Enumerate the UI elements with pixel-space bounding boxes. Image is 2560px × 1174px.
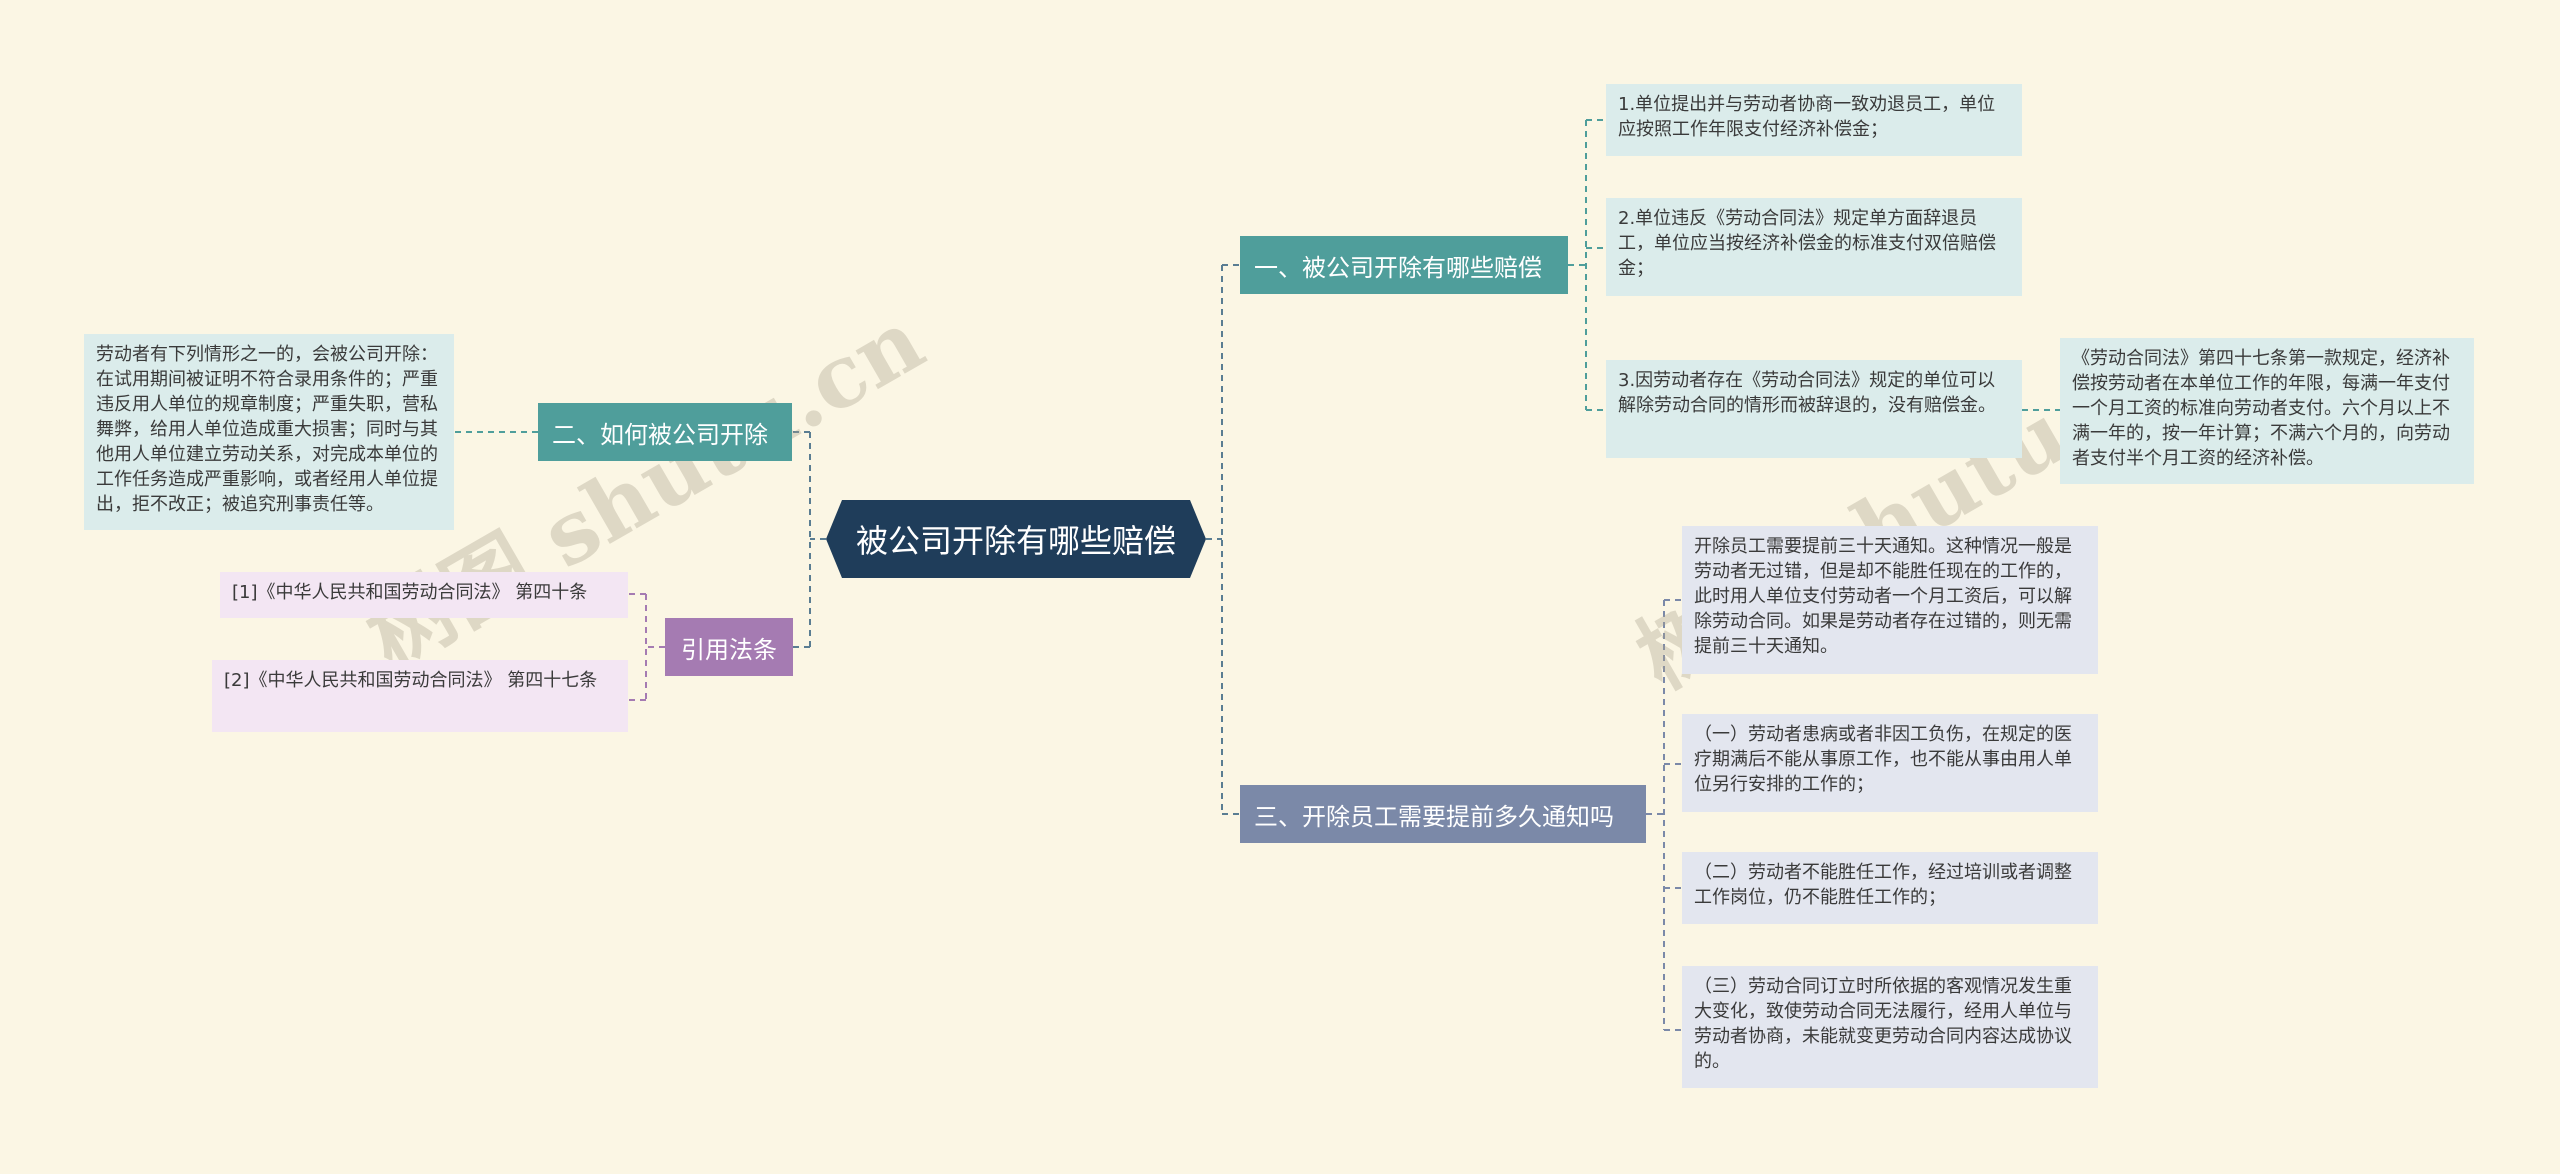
- link-root-right: [1206, 264, 1240, 815]
- branch-how-dismissed[interactable]: 二、如何被公司开除: [538, 403, 792, 461]
- leaf-compensation-2[interactable]: 2.单位违反《劳动合同法》规定单方面辞退员工，单位应当按经济补偿金的标准支付双倍…: [1606, 198, 2022, 296]
- leaf-compensation-3[interactable]: 3.因劳动者存在《劳动合同法》规定的单位可以解除劳动合同的情形而被辞退的，没有赔…: [1606, 360, 2022, 458]
- leaf-notice-case-3[interactable]: （三）劳动合同订立时所依据的客观情况发生重大变化，致使劳动合同无法履行，经用人单…: [1682, 966, 2098, 1088]
- mindmap-canvas: 树图 shutu.cn 树图 shutu.cn 被公司开除有哪些赔偿 一、被公司…: [0, 0, 2560, 1174]
- branch-compensation[interactable]: 一、被公司开除有哪些赔偿: [1240, 236, 1568, 294]
- leaf-compensation-1[interactable]: 1.单位提出并与劳动者协商一致劝退员工，单位应按照工作年限支付经济补偿金；: [1606, 84, 2022, 156]
- link-b4-leaves: [1646, 599, 1682, 1031]
- branch-notice-period[interactable]: 三、开除员工需要提前多久通知吗: [1240, 785, 1646, 843]
- leaf-notice-case-2[interactable]: （二）劳动者不能胜任工作，经过培训或者调整工作岗位，仍不能胜任工作的；: [1682, 852, 2098, 924]
- root-topic[interactable]: 被公司开除有哪些赔偿: [826, 500, 1206, 578]
- link-root-left: [792, 431, 826, 648]
- link-b3-leaves: [628, 593, 665, 701]
- leaf-law-40[interactable]: [1]《中华人民共和国劳动合同法》 第四十条: [220, 572, 628, 618]
- leaf-notice-case-1[interactable]: （一）劳动者患病或者非因工负伤，在规定的医疗期满后不能从事原工作，也不能从事由用…: [1682, 714, 2098, 812]
- branch-cited-law[interactable]: 引用法条: [665, 618, 793, 676]
- link-b1-leaves: [1568, 119, 1606, 411]
- leaf-law-47[interactable]: [2]《中华人民共和国劳动合同法》 第四十七条: [212, 660, 628, 732]
- leaf-notice-summary[interactable]: 开除员工需要提前三十天通知。这种情况一般是劳动者无过错，但是却不能胜任现在的工作…: [1682, 526, 2098, 674]
- leaf-dismissal-cases[interactable]: 劳动者有下列情形之一的，会被公司开除：在试用期间被证明不符合录用条件的；严重违反…: [84, 334, 454, 530]
- leaf-law-note[interactable]: 《劳动合同法》第四十七条第一款规定，经济补偿按劳动者在本单位工作的年限，每满一年…: [2060, 338, 2474, 484]
